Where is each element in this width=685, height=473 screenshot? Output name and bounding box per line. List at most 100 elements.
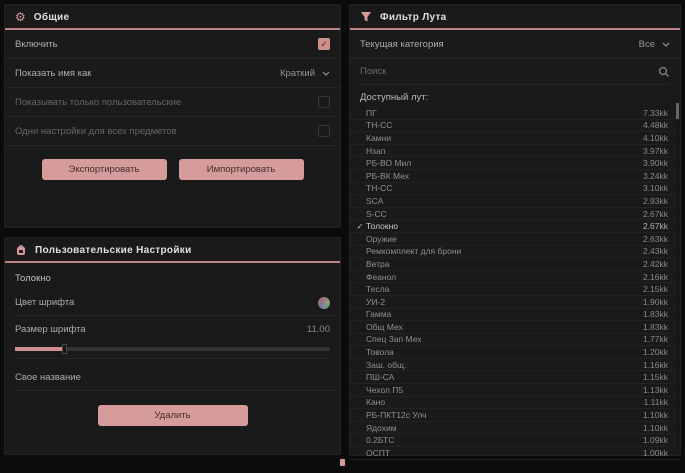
loot-item-value: 1.00kk <box>643 448 668 458</box>
loot-list-item[interactable]: ✓ РБ-ПКТ12с Улч 1.10kk <box>350 409 680 422</box>
loot-list-item[interactable]: ✓ Общ Мех 1.83kk <box>350 321 680 334</box>
loot-list-item[interactable]: ✓ Оружие 2.63kk <box>350 233 680 246</box>
import-button[interactable]: Импортировать <box>179 159 304 180</box>
check-icon: ✓ <box>354 373 366 382</box>
loot-item-value: 1.11kk <box>644 397 668 407</box>
category-select[interactable]: Все <box>639 39 670 50</box>
chevron-down-icon <box>322 71 330 76</box>
slider-thumb[interactable] <box>62 344 67 354</box>
loot-list-item[interactable]: ✓ S-СС 2.67kk <box>350 208 680 221</box>
check-icon: ✓ <box>354 297 366 306</box>
loot-item-value: 1.16kk <box>643 360 668 370</box>
loot-item-name: Товола <box>366 347 643 357</box>
same-for-all-checkbox[interactable] <box>318 125 330 137</box>
enable-checkbox[interactable]: ✓ <box>318 38 330 50</box>
loot-list-item[interactable]: ✓ ОСПТ 1.00kk <box>350 447 680 460</box>
show-name-select[interactable]: Краткий <box>280 68 330 79</box>
only-custom-label: Показывать только пользовательские <box>15 97 181 108</box>
check-icon: ✓ <box>354 448 366 457</box>
check-icon: ✓ <box>354 184 366 193</box>
loot-list-item[interactable]: ✓ SCA 2.93kk <box>350 195 680 208</box>
custom-name-input[interactable]: Свое название <box>15 372 81 383</box>
loot-list-item[interactable]: ✓ Камни 4.10kk <box>350 132 680 145</box>
search-input[interactable] <box>360 66 610 77</box>
loot-list-item[interactable]: ✓ ПШ-СА 1.15kk <box>350 371 680 384</box>
loot-item-value: 2.15kk <box>643 284 668 294</box>
check-icon: ✓ <box>354 385 366 394</box>
only-custom-checkbox[interactable] <box>318 96 330 108</box>
custom-name-row: Свое название <box>15 365 340 391</box>
check-icon: ✓ <box>354 146 366 155</box>
loot-list-item[interactable]: ✓ УИ-2 1.90kk <box>350 296 680 309</box>
check-icon: ✓ <box>354 310 366 319</box>
loot-list-item[interactable]: ✓ Заш. общ. 1.16kk <box>350 359 680 372</box>
loot-list-item[interactable]: ✓ ТН-СС 4.48kk <box>350 120 680 133</box>
loot-item-value: 2.63kk <box>643 234 668 244</box>
general-panel-header: ⚙ Общие <box>5 5 340 30</box>
font-size-row: Размер шрифта 11.00 <box>15 316 340 342</box>
loot-list-item[interactable]: ✓ Ветра 2.42kk <box>350 258 680 271</box>
loot-item-value: 1.13kk <box>643 385 668 395</box>
loot-list-item[interactable]: ✓ Феанол 2.16kk <box>350 271 680 284</box>
loot-list-item[interactable]: ✓ ТН-СС 3.10kk <box>350 183 680 196</box>
list-scrollbar-thumb[interactable] <box>676 103 679 119</box>
loot-item-value: 2.67kk <box>643 221 668 231</box>
loot-list-item[interactable]: ✓ Ядохим 1.10kk <box>350 422 680 435</box>
font-size-value: 11.00 <box>307 324 330 335</box>
check-icon: ✓ <box>354 259 366 268</box>
check-icon: ✓ <box>354 398 366 407</box>
gear-icon: ⚙ <box>15 11 26 23</box>
loot-item-name: ПГ <box>366 108 643 118</box>
loot-list-item[interactable]: ✓ Спец Зап Мех 1.77kk <box>350 334 680 347</box>
loot-item-name: Ремкомплект для брони <box>366 246 643 256</box>
color-wheel-icon[interactable] <box>318 297 330 309</box>
loot-list-item[interactable]: ✓ Чехол П5 1.13kk <box>350 384 680 397</box>
loot-item-name: Нзап <box>366 146 643 156</box>
loot-item-name: РБ-ПКТ12с Улч <box>366 410 643 420</box>
loot-list-item[interactable]: ✓ РБ-ВО Мил 3.90kk <box>350 157 680 170</box>
check-icon: ✓ <box>354 121 366 130</box>
show-name-label: Показать имя как <box>15 68 91 79</box>
loot-item-name: Гамма <box>366 309 643 319</box>
loot-list-item[interactable]: ✓ Толокно 2.67kk <box>350 220 680 233</box>
chevron-down-icon <box>662 42 670 47</box>
cursor-dot <box>339 458 346 467</box>
search-icon[interactable] <box>658 66 670 78</box>
loot-item-name: ОСПТ <box>366 448 643 458</box>
loot-item-value: 2.93kk <box>643 196 668 206</box>
search-row <box>360 59 670 85</box>
loot-list-item[interactable]: ✓ Товола 1.20kk <box>350 346 680 359</box>
loot-list-item[interactable]: ✓ Гамма 1.83kk <box>350 309 680 322</box>
show-name-row: Показать имя как Краткий <box>5 59 340 88</box>
loot-item-name: SCA <box>366 196 643 206</box>
loot-list-item[interactable]: ✓ Нзап 3.97kk <box>350 145 680 158</box>
check-icon: ✓ <box>354 411 366 420</box>
check-icon: ✓ <box>354 133 366 142</box>
category-value: Все <box>639 39 655 50</box>
loot-filter-panel: Фильтр Лута Текущая категория Все Доступ… <box>349 4 681 456</box>
check-icon: ✓ <box>354 234 366 243</box>
loot-list-item[interactable]: ✓ 0.2БТС 1.09kk <box>350 434 680 447</box>
loot-list-item[interactable]: ✓ Тесла 2.15kk <box>350 283 680 296</box>
loot-item-name: Чехол П5 <box>366 385 643 395</box>
loot-list-item[interactable]: ✓ РБ-ВК Мех 3.24kk <box>350 170 680 183</box>
font-color-label: Цвет шрифта <box>15 297 74 308</box>
font-size-slider[interactable] <box>15 347 330 351</box>
loot-list-item[interactable]: ✓ Ремкомплект для брони 2.43kk <box>350 246 680 259</box>
export-button[interactable]: Экспортировать <box>42 159 167 180</box>
loot-list-item[interactable]: ✓ ПГ 7.33kk <box>350 107 680 120</box>
loot-item-name: Заш. общ. <box>366 360 643 370</box>
check-icon: ✓ <box>354 159 366 168</box>
loot-item-name: ТН-СС <box>366 183 643 193</box>
selected-item-label: Толокно <box>5 263 340 290</box>
check-icon: ✓ <box>354 335 366 344</box>
check-icon: ✓ <box>354 285 366 294</box>
loot-item-name: S-СС <box>366 209 643 219</box>
check-icon: ✓ <box>354 360 366 369</box>
list-scrollbar[interactable] <box>676 101 679 455</box>
loot-list-item[interactable]: ✓ Кано 1.11kk <box>350 397 680 410</box>
custom-panel-header: Пользовательские Настройки <box>5 238 340 263</box>
check-icon: ✓ <box>354 209 366 218</box>
available-loot-label: Доступный лут: <box>350 85 680 107</box>
delete-button[interactable]: Удалить <box>98 405 248 426</box>
